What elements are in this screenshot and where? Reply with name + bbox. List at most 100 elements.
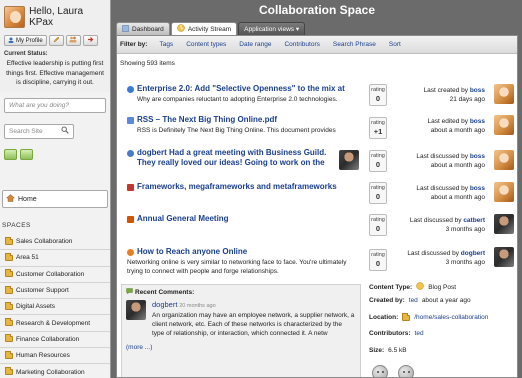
recent-comments: Recent Comments: dogbert 20 months ago A… (121, 284, 361, 377)
space-item[interactable]: Human Resources (0, 348, 110, 365)
tab-bar: Dashboard Activity Stream Application vi… (116, 22, 306, 35)
space-item[interactable]: Customer Support (0, 283, 110, 300)
activity-meta: Last discussed by catbert 3 months ago (409, 217, 485, 233)
tab-dashboard[interactable]: Dashboard (116, 22, 170, 35)
avatar[interactable] (126, 300, 146, 320)
space-item[interactable]: Area 51 (0, 250, 110, 267)
folder-icon (5, 350, 13, 359)
activity-panel: Filter by: Tags Content types Date range… (116, 35, 518, 378)
announcement-icon (127, 184, 134, 191)
comment-time: 20 months ago (179, 303, 216, 309)
sidebar: Hello, Laura KPax My Profile Current Sta… (0, 0, 111, 378)
user-link[interactable]: boss (470, 185, 485, 192)
current-status-label: Current Status: (4, 51, 48, 57)
filter-date-range[interactable]: Date range (239, 41, 271, 48)
rating-box[interactable]: rating 0 (369, 214, 387, 236)
avatar[interactable] (494, 182, 514, 202)
filter-tags[interactable]: Tags (159, 41, 173, 48)
rating-box[interactable]: rating 0 (369, 182, 387, 204)
avatar[interactable] (494, 150, 514, 170)
filter-bar: Filter by: Tags Content types Date range… (117, 36, 517, 54)
activity-title[interactable]: How to Reach anyone Online (137, 247, 247, 257)
user-avatar[interactable] (4, 6, 26, 28)
group-button[interactable] (65, 35, 81, 46)
more-link[interactable]: (more ...) (122, 338, 360, 351)
my-profile-button[interactable]: My Profile (4, 35, 47, 46)
location-link[interactable]: /home/sales-collaboration (414, 314, 488, 321)
calendar-icon (127, 216, 134, 223)
comment-entry: dogbert 20 months ago An organization ma… (122, 297, 360, 338)
tree-view-icon[interactable] (20, 148, 33, 160)
space-item[interactable]: Digital Assets (0, 299, 110, 316)
space-item[interactable]: Research & Development (0, 315, 110, 332)
exit-button[interactable] (82, 35, 98, 46)
user-panel: Hello, Laura KPax My Profile Current Sta… (0, 0, 110, 92)
rating-box[interactable]: rating 0 (369, 150, 387, 172)
avatar[interactable] (494, 247, 514, 267)
activity-description: RSS is Definitely The Next Big Thing Onl… (137, 127, 336, 134)
activity-title[interactable]: dogbert Had a great meeting with Busines… (137, 148, 327, 168)
rating-box[interactable]: rating 0 (369, 249, 387, 271)
filter-search-phrase[interactable]: Search Phrase (333, 41, 376, 48)
detail-size: Size: 6.5 kB (369, 347, 407, 354)
search-icon[interactable] (61, 126, 69, 136)
space-item[interactable]: Marketing Collaboration (0, 364, 110, 378)
filter-contributors[interactable]: Contributors (284, 41, 319, 48)
filter-content-types[interactable]: Content types (186, 41, 226, 48)
activity-meta: Last discussed by boss about a month ago (416, 185, 485, 201)
user-link[interactable]: boss (470, 153, 485, 160)
activity-meta: Last discussed by boss about a month ago (416, 153, 485, 169)
tab-application-views[interactable]: Application views ▾ (238, 22, 306, 35)
folder-icon (5, 318, 13, 327)
user-link[interactable]: ted (415, 330, 424, 337)
avatar[interactable] (494, 115, 514, 135)
folder-icon (5, 367, 13, 376)
user-link[interactable]: catbert (463, 217, 485, 224)
activity-meta: Last created by boss 21 days ago (423, 87, 485, 103)
smiley-icon[interactable] (398, 365, 414, 377)
activity-title[interactable]: Frameworks, megaframeworks and metaframe… (137, 182, 337, 192)
activity-title[interactable]: Annual General Meeting (137, 214, 229, 224)
user-link[interactable]: boss (470, 87, 485, 94)
user-link[interactable]: boss (470, 118, 485, 125)
main-area: Collaboration Space Dashboard Activity S… (112, 0, 522, 378)
list-view-icon[interactable] (4, 148, 17, 160)
space-item[interactable]: Finance Collaboration (0, 332, 110, 349)
folder-icon (5, 252, 13, 261)
tab-activity-stream[interactable]: Activity Stream (170, 22, 238, 35)
status-update-icon (127, 150, 134, 157)
filter-sort[interactable]: Sort (389, 41, 401, 48)
document-icon (127, 117, 134, 124)
activity-meta: Last discussed by dogbert 3 months ago (407, 250, 485, 266)
activity-icon (177, 24, 185, 34)
activity-description: Why are companies reluctant to adopting … (137, 96, 338, 103)
avatar[interactable] (494, 214, 514, 234)
rss-feed-icon (127, 249, 134, 256)
activity-title[interactable]: RSS – The Next Big Thing Online.pdf (137, 115, 277, 125)
detail-created-by: Created by: ted about a year ago (369, 297, 471, 304)
current-status-text: Effective leadership is putting first th… (6, 60, 104, 86)
folder-icon (402, 312, 411, 321)
edit-status-button[interactable] (48, 35, 64, 46)
activity-title[interactable]: Enterprise 2.0: Add "Selective Openness"… (137, 84, 345, 94)
search-input[interactable]: Search Site (4, 123, 74, 139)
avatar[interactable] (494, 84, 514, 104)
space-item[interactable]: Sales Collaboration (0, 234, 110, 251)
spaces-heading: SPACES (2, 222, 31, 229)
space-item[interactable]: Customer Collaboration (0, 267, 110, 283)
folder-icon (5, 269, 13, 278)
nav-home[interactable]: Home (2, 190, 108, 208)
detail-contributors: Contributors: ted (369, 330, 424, 337)
user-link[interactable]: dogbert (461, 250, 485, 257)
dogbert-avatar[interactable] (339, 150, 359, 170)
status-input[interactable]: What are you doing? (4, 97, 106, 113)
rating-box[interactable]: rating 0 (369, 84, 387, 106)
comment-icon (126, 288, 133, 297)
folder-icon (5, 236, 13, 245)
comment-author[interactable]: dogbert (152, 300, 177, 309)
smiley-icon[interactable] (372, 365, 388, 377)
home-icon (5, 194, 16, 204)
comment-text: An organization may have an employee net… (152, 312, 355, 337)
user-link[interactable]: ted (409, 297, 418, 304)
rating-box[interactable]: rating +1 (369, 117, 387, 139)
